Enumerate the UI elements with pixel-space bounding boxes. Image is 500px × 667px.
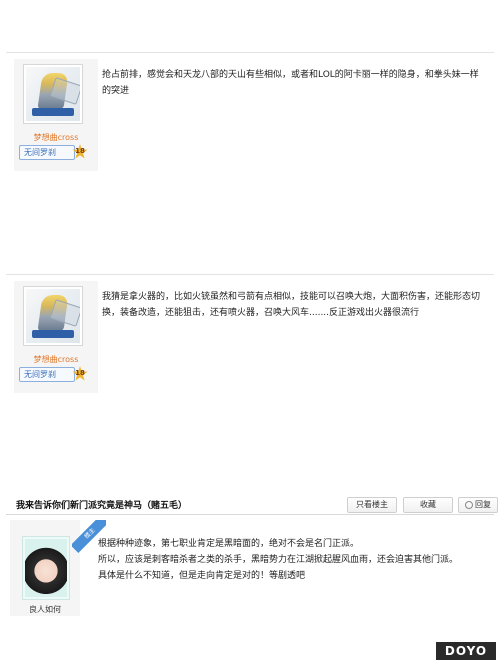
rank-badge: 无间罗刹: [19, 367, 75, 382]
post-line: 所以，应该是刺客暗杀者之类的杀手，黑暗势力在江湖掀起腥风血雨，还会迫害其他门派。: [98, 555, 459, 565]
post-line: 根据种种迹象，第七职业肯定是黑暗面的，绝对不会是名门正派。: [98, 539, 360, 549]
avatar-image: [25, 539, 67, 597]
avatar[interactable]: [23, 64, 83, 124]
thread-post: 楼主 良人如何 根据种种迹象，第七职业肯定是黑暗面的，绝对不会是名门正派。 所以…: [6, 518, 494, 618]
post-body: 梦想曲cross 无间罗刹 18 抢占前排，感觉会和天龙八部的天山有些相似，或者…: [6, 52, 494, 172]
author-name[interactable]: 梦想曲cross: [14, 132, 98, 143]
avatar[interactable]: [23, 286, 83, 346]
post-content: 我猜是拿火器的，比如火铳虽然和弓箭有点相似，技能可以召唤大炮，大面积伤害，还能形…: [102, 289, 487, 321]
reply-label: 回复: [475, 500, 491, 509]
level-star-icon: 18: [72, 366, 88, 382]
post-2: 梦想曲cross 无间罗刹 18 我猜是拿火器的，比如火铳虽然和弓箭有点相似，技…: [0, 274, 500, 394]
reply-icon: [465, 500, 473, 509]
only-op-button[interactable]: 只看楼主: [347, 497, 397, 513]
post-body: 梦想曲cross 无间罗刹 18 我猜是拿火器的，比如火铳虽然和弓箭有点相似，技…: [6, 274, 494, 394]
site-watermark: DOYO: [436, 642, 496, 660]
thread-header: 我来告诉你们新门派究竟是神马（赌五毛） 只看楼主 收藏 回复: [6, 495, 498, 515]
reply-button[interactable]: 回复: [458, 497, 498, 513]
post-1: 梦想曲cross 无间罗刹 18 抢占前排，感觉会和天龙八部的天山有些相似，或者…: [0, 52, 500, 172]
author-panel: 梦想曲cross 无间罗刹 18: [14, 281, 98, 393]
post-content: 根据种种迹象，第七职业肯定是黑暗面的，绝对不会是名门正派。 所以，应该是刺客暗杀…: [98, 536, 488, 584]
post-text: 我猜是拿火器的，比如火铳虽然和弓箭有点相似，技能可以召唤大炮，大面积伤害，还能形…: [102, 292, 481, 318]
level-star-icon: 18: [72, 144, 88, 160]
author-panel: 楼主 良人如何: [10, 520, 106, 616]
post-line: 具体是什么不知道，但是走向肯定是对的！等剧透吧: [98, 571, 306, 581]
thread-title[interactable]: 我来告诉你们新门派究竟是神马（赌五毛）: [16, 498, 187, 511]
avatar-image: [26, 67, 80, 121]
level-number: 18: [75, 147, 85, 155]
level-number: 18: [75, 369, 85, 377]
rank-badge: 无间罗刹: [19, 145, 75, 160]
avatar[interactable]: [22, 536, 70, 600]
avatar-image: [26, 289, 80, 343]
post-text: 抢占前排，感觉会和天龙八部的天山有些相似，或者和LOL的阿卡丽一样的隐身，和拳头…: [102, 70, 479, 96]
post-content: 抢占前排，感觉会和天龙八部的天山有些相似，或者和LOL的阿卡丽一样的隐身，和拳头…: [102, 67, 487, 99]
favorite-button[interactable]: 收藏: [403, 497, 453, 513]
author-panel: 梦想曲cross 无间罗刹 18: [14, 59, 98, 171]
author-name[interactable]: 梦想曲cross: [14, 354, 98, 365]
author-name[interactable]: 良人如何: [10, 604, 80, 615]
